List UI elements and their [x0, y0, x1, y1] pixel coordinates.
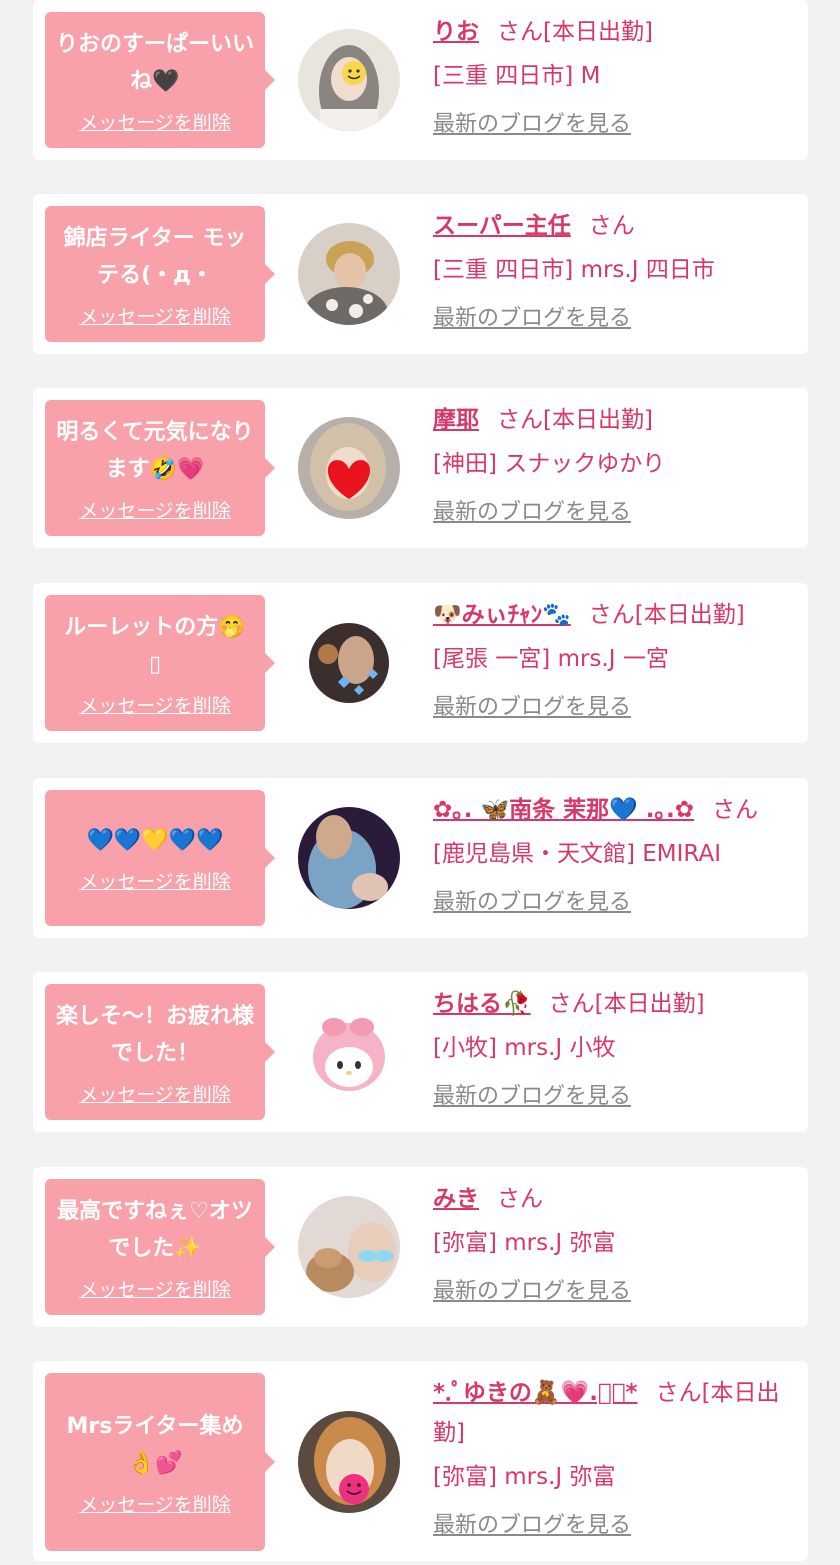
message-card: 明るくて元気になります🤣💗 メッセージを削除 摩耶 さん[本日出勤] [神田] ス…: [33, 388, 808, 548]
latest-blog-link[interactable]: 最新のブログを見る: [433, 498, 793, 528]
message-card: 錦店ライター モッテる(・д・ メッセージを削除 スーパー主任 さん [三重 四日…: [33, 194, 808, 354]
message-bubble: 明るくて元気になります🤣💗 メッセージを削除: [45, 400, 275, 536]
profile-info: *.ﾟゆきの🧸💗.ﾟ･* さん[本日出勤] [弥富] mrs.J 弥富 最新のブロ…: [433, 1361, 793, 1541]
profile-name-link[interactable]: *.ﾟゆきの🧸💗.ﾟ･*: [433, 1380, 638, 1406]
location-text: [弥富] mrs.J 弥富: [433, 1464, 616, 1490]
location-text: [尾張 一宮] mrs.J 一宮: [433, 646, 669, 672]
message-card: Mrsライター集め👌💕 メッセージを削除 *.ﾟゆきの🧸💗.ﾟ･* さん[本日出勤…: [33, 1361, 808, 1561]
message-text: 最高ですねぇ♡オツでした✨: [57, 1198, 253, 1261]
delete-message-link[interactable]: メッセージを削除: [79, 108, 231, 135]
delete-message-link[interactable]: メッセージを削除: [79, 1490, 231, 1517]
message-bubble: 最高ですねぇ♡オツでした✨ メッセージを削除: [45, 1179, 275, 1315]
latest-blog-link[interactable]: 最新のブログを見る: [433, 1082, 793, 1112]
location-text: [三重 四日市] mrs.J 四日市: [433, 257, 715, 283]
name-suffix: さん: [712, 797, 759, 823]
latest-blog-link[interactable]: 最新のブログを見る: [433, 1277, 793, 1307]
message-text: Mrsライター集め👌💕: [66, 1413, 244, 1476]
delete-message-link[interactable]: メッセージを削除: [79, 691, 231, 718]
name-suffix: さん[本日出勤]: [588, 602, 745, 628]
profile-info: りお さん[本日出勤] [三重 四日市] M 最新のブログを見る: [433, 0, 793, 140]
latest-blog-link[interactable]: 最新のブログを見る: [433, 1511, 793, 1541]
latest-blog-link[interactable]: 最新のブログを見る: [433, 888, 793, 918]
profile-info: みき さん [弥富] mrs.J 弥富 最新のブログを見る: [433, 1167, 793, 1307]
avatar[interactable]: [298, 1196, 400, 1298]
profile-name-link[interactable]: スーパー主任: [433, 213, 571, 239]
profile-name-link[interactable]: 🐶みぃﾁｬﾝ🐾: [433, 602, 571, 628]
name-suffix: さん: [497, 1186, 543, 1212]
delete-message-link[interactable]: メッセージを削除: [79, 867, 231, 894]
message-text: 💙💙💛💙💙: [86, 828, 224, 853]
avatar[interactable]: [298, 807, 400, 909]
avatar[interactable]: [298, 223, 400, 325]
message-bubble: 楽しそ〜！お疲れ様でした！ メッセージを削除: [45, 984, 275, 1120]
message-card: りおのすーぱーいいね🖤 メッセージを削除 りお さん[本日出勤] [三重 四日市]…: [33, 0, 808, 160]
message-bubble: 錦店ライター モッテる(・д・ メッセージを削除: [45, 206, 275, 342]
avatar[interactable]: [298, 1411, 400, 1513]
message-card: 最高ですねぇ♡オツでした✨ メッセージを削除 みき さん [弥富] mrs.J 弥…: [33, 1167, 808, 1327]
profile-info: 摩耶 さん[本日出勤] [神田] スナックゆかり 最新のブログを見る: [433, 388, 793, 528]
profile-name-link[interactable]: 摩耶: [433, 407, 479, 433]
profile-info: ✿｡. 🦋南条 茉那💙 .｡.✿ さん [鹿児島県・天文館] EMIRAI 最新の…: [433, 778, 793, 918]
profile-name-link[interactable]: りお: [433, 19, 479, 45]
profile-info: スーパー主任 さん [三重 四日市] mrs.J 四日市 最新のブログを見る: [433, 194, 793, 334]
latest-blog-link[interactable]: 最新のブログを見る: [433, 304, 793, 334]
profile-info: ちはる🥀 さん[本日出勤] [小牧] mrs.J 小牧 最新のブログを見る: [433, 972, 793, 1112]
name-suffix: さん[本日出勤]: [497, 407, 653, 433]
location-text: [三重 四日市] M: [433, 63, 601, 89]
message-bubble: りおのすーぱーいいね🖤 メッセージを削除: [45, 12, 275, 148]
latest-blog-link[interactable]: 最新のブログを見る: [433, 110, 793, 140]
profile-name-link[interactable]: ちはる🥀: [433, 991, 531, 1017]
location-text: [小牧] mrs.J 小牧: [433, 1035, 616, 1061]
avatar[interactable]: [298, 417, 400, 519]
latest-blog-link[interactable]: 最新のブログを見る: [433, 693, 793, 723]
profile-name-link[interactable]: ✿｡. 🦋南条 茉那💙 .｡.✿: [433, 797, 694, 823]
message-bubble: 💙💙💛💙💙 メッセージを削除: [45, 790, 275, 926]
delete-message-link[interactable]: メッセージを削除: [79, 1080, 231, 1107]
name-suffix: さん: [588, 213, 635, 239]
location-text: [弥富] mrs.J 弥富: [433, 1230, 616, 1256]
message-text: ルーレットの方🤭 ▯: [64, 614, 246, 677]
message-card: 💙💙💛💙💙 メッセージを削除 ✿｡. 🦋南条 茉那💙 .｡.✿ さん [鹿児島県・…: [33, 778, 808, 938]
avatar[interactable]: [298, 29, 400, 131]
name-suffix: さん[本日出勤]: [497, 19, 653, 45]
message-text: 明るくて元気になります🤣💗: [56, 419, 254, 482]
message-text: 錦店ライター モッテる(・д・: [63, 225, 247, 288]
message-card: ルーレットの方🤭 ▯ メッセージを削除 🐶みぃﾁｬﾝ🐾 さん[本日出勤] [尾張 …: [33, 583, 808, 743]
message-text: 楽しそ〜！お疲れ様でした！: [55, 1003, 254, 1066]
avatar[interactable]: [298, 612, 400, 714]
message-bubble: ルーレットの方🤭 ▯ メッセージを削除: [45, 595, 275, 731]
message-card: 楽しそ〜！お疲れ様でした！ メッセージを削除 ちはる🥀 さん[本日出勤] [小牧]…: [33, 972, 808, 1132]
location-text: [神田] スナックゆかり: [433, 451, 666, 477]
avatar[interactable]: [298, 1001, 400, 1103]
profile-info: 🐶みぃﾁｬﾝ🐾 さん[本日出勤] [尾張 一宮] mrs.J 一宮 最新のブログを…: [433, 583, 793, 723]
profile-name-link[interactable]: みき: [433, 1186, 479, 1212]
delete-message-link[interactable]: メッセージを削除: [79, 302, 231, 329]
delete-message-link[interactable]: メッセージを削除: [79, 1275, 231, 1302]
location-text: [鹿児島県・天文館] EMIRAI: [433, 841, 721, 867]
delete-message-link[interactable]: メッセージを削除: [79, 496, 231, 523]
message-text: りおのすーぱーいいね🖤: [55, 31, 254, 94]
name-suffix: さん[本日出勤]: [548, 991, 705, 1017]
message-bubble: Mrsライター集め👌💕 メッセージを削除: [45, 1373, 275, 1551]
